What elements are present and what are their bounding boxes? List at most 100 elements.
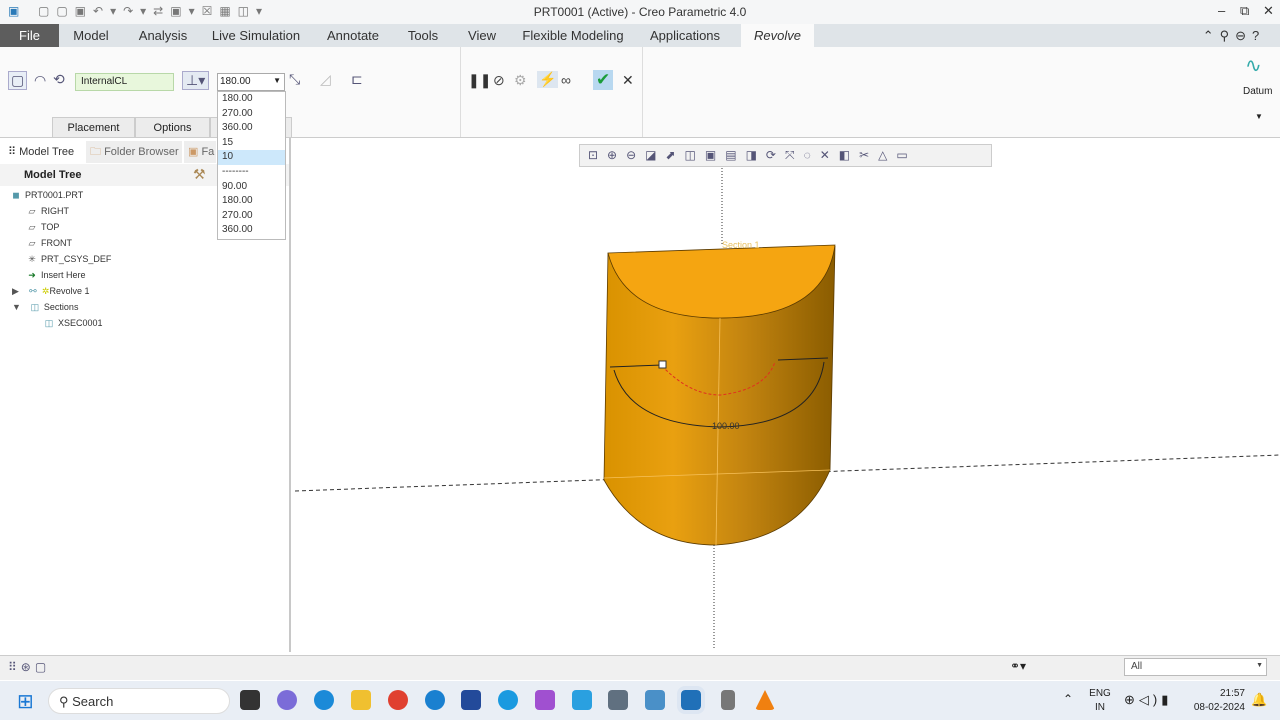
help-icons[interactable]: ⌃⚲⊖?	[1194, 24, 1274, 47]
taskbar-search[interactable]: ⚲ Search	[48, 688, 230, 714]
close-button[interactable]: ✕	[1263, 3, 1274, 19]
surface-icon[interactable]: ◠	[34, 72, 46, 89]
csys-icon: ✳	[28, 254, 36, 264]
angle-input[interactable]: 180.00 ▼	[217, 73, 285, 91]
clipchamp-icon[interactable]	[535, 690, 555, 710]
teams-icon[interactable]	[277, 690, 297, 710]
dropdown-option[interactable]: 270.00	[218, 209, 285, 224]
tree-item[interactable]: ▱ TOP	[26, 222, 60, 233]
datum-plane-icon: ▱	[28, 222, 36, 232]
subtab-options[interactable]: Options	[135, 117, 210, 138]
datum-plane-icon: ▱	[28, 238, 36, 248]
control-panel-icon[interactable]	[645, 690, 665, 710]
part-icon: ◼	[12, 190, 20, 200]
chrome-icon[interactable]	[388, 690, 408, 710]
tree-item[interactable]: ➜ Insert Here	[26, 270, 85, 281]
dropdown-option[interactable]: 360.00	[218, 223, 285, 238]
dropdown-option[interactable]: 15	[218, 136, 285, 151]
tree-item[interactable]: ▱ RIGHT	[26, 206, 69, 217]
help-app-icon[interactable]	[425, 690, 445, 710]
clock-date[interactable]: 08-02-2024	[1185, 702, 1245, 713]
store-icon[interactable]	[461, 690, 481, 710]
remove-material-icon[interactable]: ⊏	[351, 71, 363, 88]
tree-item[interactable]: ◼ PRT0001.PRT	[10, 190, 83, 201]
axis-collector-field[interactable]: InternalCL	[75, 73, 174, 91]
tab-file[interactable]: File	[0, 24, 59, 47]
ribbon-tabs: File Model Analysis Live Simulation Anno…	[0, 24, 1280, 47]
dropdown-option[interactable]: 360.00	[218, 121, 285, 136]
file-explorer-icon[interactable]	[351, 690, 371, 710]
angle-option-button[interactable]: ⊥▾	[182, 71, 210, 90]
dropdown-option[interactable]: 180.00	[218, 194, 285, 209]
dropdown-option[interactable]: 270.00	[218, 107, 285, 122]
tab-model[interactable]: Model	[60, 24, 122, 47]
chevron-down-icon[interactable]: ▼	[1256, 662, 1263, 669]
datum-label[interactable]: Datum	[1243, 86, 1272, 97]
tab-label: Folder Browser	[104, 146, 179, 158]
tab-revolve[interactable]: Revolve	[741, 24, 814, 47]
search-icon: ⚲	[59, 694, 73, 709]
tab-annotate[interactable]: Annotate	[318, 24, 388, 47]
tab-flexible-modeling[interactable]: Flexible Modeling	[518, 24, 628, 47]
collapse-arrow-icon[interactable]: ▼	[12, 302, 21, 312]
tab-folder-browser[interactable]: 🗀 Folder Browser	[86, 141, 182, 163]
expand-arrow-icon[interactable]: ▶	[12, 286, 19, 296]
flip-icon[interactable]: ⤡	[289, 71, 300, 88]
tray-chevron-icon[interactable]: ⌃	[1063, 692, 1073, 706]
dropdown-option[interactable]: 90.00	[218, 180, 285, 195]
tree-item[interactable]: ▼ ◫ Sections	[12, 302, 78, 313]
tab-analysis[interactable]: Analysis	[128, 24, 198, 47]
axis-icon[interactable]: ⟲	[53, 71, 65, 88]
skype-icon[interactable]	[498, 690, 518, 710]
tree-item[interactable]: ✳ PRT_CSYS_DEF	[26, 254, 111, 265]
dimension-value[interactable]: 100.00	[712, 421, 740, 431]
minimize-button[interactable]: –	[1218, 3, 1225, 18]
tab-view[interactable]: View	[460, 24, 504, 47]
verify-icon[interactable]: ⚡	[537, 71, 559, 88]
task-view-icon[interactable]	[240, 690, 260, 710]
tab-label: Model Tree	[19, 146, 75, 158]
edge-icon[interactable]	[314, 690, 334, 710]
region-code[interactable]: IN	[1088, 702, 1112, 713]
no-preview-icon[interactable]: ⊘	[493, 72, 505, 89]
status-icons[interactable]: ⠿⊛▢	[8, 660, 50, 674]
preview-icon[interactable]: ⚙	[514, 72, 527, 89]
clock-time[interactable]: 21:57	[1205, 688, 1245, 699]
maximize-button[interactable]: ⧉	[1240, 3, 1249, 19]
selection-filter[interactable]: All ▼	[1124, 658, 1267, 676]
solid-icon[interactable]: ▢	[8, 71, 28, 90]
ok-check-button[interactable]: ✔	[593, 70, 614, 90]
pause-icon[interactable]: ❚❚	[468, 72, 491, 89]
tab-live-simulation[interactable]: Live Simulation	[206, 24, 306, 47]
tab-favorites[interactable]: ▣ Fa	[184, 141, 216, 163]
windows-start-icon[interactable]: ⊞	[17, 689, 34, 714]
tab-applications[interactable]: Applications	[642, 24, 728, 47]
angle-value: 180.00	[220, 76, 251, 87]
dropdown-separator: --------	[222, 165, 249, 177]
datum-icon[interactable]: ∿	[1245, 53, 1262, 78]
glasses-icon[interactable]: ∞	[561, 72, 571, 88]
creo-app-icon[interactable]	[677, 686, 705, 714]
view-toolbar[interactable]: ⊡⊕⊖◪⬈◫▣▤◨⟳⤧◌✕◧✂△▭	[579, 144, 992, 167]
find-binoculars-icon[interactable]: ⚭▾	[1010, 659, 1026, 673]
myhp-icon[interactable]	[572, 690, 592, 710]
graphics-viewport[interactable]	[292, 138, 1280, 652]
notification-bell-icon[interactable]: 🔔	[1251, 692, 1267, 708]
model-tree-title: Model Tree	[24, 169, 82, 181]
tree-item[interactable]: ◫ XSEC0001	[43, 318, 103, 329]
dropdown-option-selected[interactable]: 10	[218, 150, 285, 165]
subtab-placement[interactable]: Placement	[52, 117, 135, 138]
network-volume-battery-icons[interactable]: ⊕◁)▮	[1124, 692, 1172, 708]
voice-recorder-icon[interactable]	[721, 690, 735, 710]
tab-tools[interactable]: Tools	[400, 24, 446, 47]
tree-item[interactable]: ▶ ⚯ ✲Revolve 1	[12, 286, 90, 297]
dropdown-option[interactable]: 180.00	[218, 92, 285, 107]
settings-tools-icon[interactable]: ⚒	[193, 166, 206, 183]
chevron-down-icon[interactable]: ▼	[273, 76, 281, 85]
language-code[interactable]: ENG	[1088, 688, 1112, 699]
cancel-x-button[interactable]: ✕	[622, 72, 634, 89]
tree-item[interactable]: ▱ FRONT	[26, 238, 72, 249]
tab-model-tree[interactable]: ⠿ Model Tree	[8, 141, 84, 163]
calculator-icon[interactable]	[608, 690, 628, 710]
datum-expand-icon[interactable]: ▼	[1255, 112, 1263, 121]
